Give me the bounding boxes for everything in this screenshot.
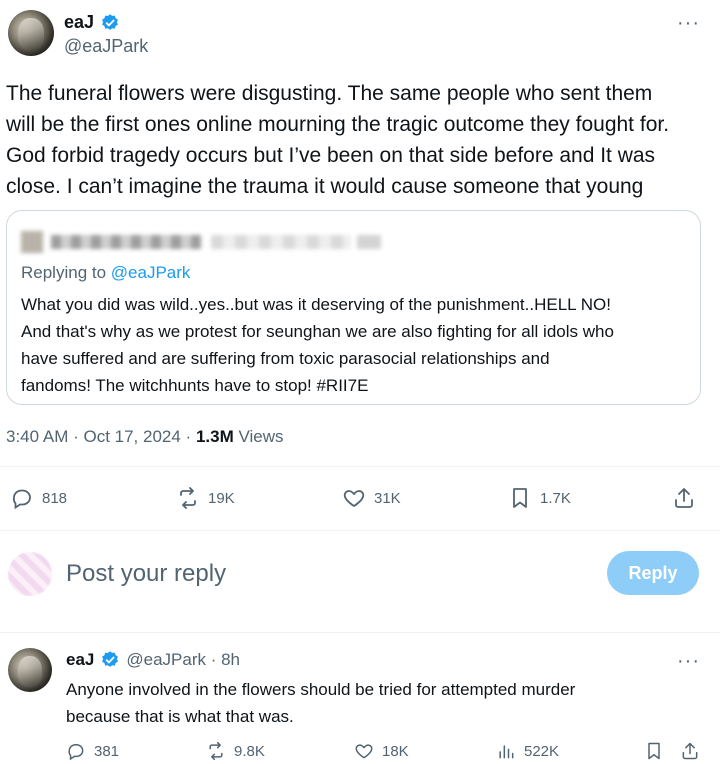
tweet-text-line: will be the first ones online mourning t…	[6, 113, 670, 136]
author-name-row: eaJ	[64, 12, 120, 33]
share-icon	[682, 742, 698, 760]
tweet-text: The funeral flowers were disgusting. The…	[6, 78, 711, 202]
analytics-icon	[499, 745, 514, 759]
divider	[0, 632, 720, 633]
reply-count: 818	[42, 489, 68, 507]
repost-count: 9.8K	[234, 742, 265, 760]
divider	[0, 530, 720, 531]
replying-prefix: Replying to	[21, 263, 111, 282]
tweet-text-line: God forbid tragedy occurs but I’ve been …	[6, 144, 656, 167]
blurred-time	[357, 235, 381, 249]
like-count: 18K	[382, 742, 409, 760]
verified-badge-icon	[102, 651, 119, 667]
replying-to-label: Replying to @eaJPark	[21, 263, 190, 283]
reply-input[interactable]: Post your reply	[66, 560, 226, 588]
quoted-post[interactable]: Replying to @eaJPark What you did was wi…	[6, 210, 701, 405]
quoted-text: What you did was wild..yes..but was it d…	[21, 291, 696, 399]
repost-icon	[180, 487, 196, 509]
bookmark-icon	[513, 488, 527, 508]
reply-like-action[interactable]: 18K	[354, 741, 409, 761]
like-action[interactable]: 31K	[342, 486, 401, 510]
tweet-text-line: The funeral flowers were disgusting. The…	[6, 82, 653, 105]
more-options-icon[interactable]: ···	[677, 12, 700, 35]
bookmark-action[interactable]: 1.7K	[508, 486, 571, 510]
views-count: 1.3M	[195, 427, 234, 446]
bookmark-icon	[648, 742, 660, 760]
replying-handle-link[interactable]: @eaJPark	[111, 263, 191, 282]
share-icon	[675, 488, 693, 508]
heart-icon	[355, 744, 373, 759]
reply-count: 381	[94, 742, 120, 760]
quoted-text-line: fandoms! The witchhunts have to stop! #R…	[21, 376, 369, 395]
share-action[interactable]	[672, 486, 696, 510]
reply-share-action[interactable]	[680, 741, 700, 761]
blurred-author-row	[21, 231, 381, 253]
reply-text: Anyone involved in the flowers should be…	[66, 676, 706, 730]
heart-icon	[343, 490, 365, 507]
author-avatar[interactable]	[8, 10, 54, 56]
reply-more-options-icon[interactable]: ···	[677, 650, 700, 673]
quoted-text-line: What you did was wild..yes..but was it d…	[21, 295, 611, 314]
blurred-handle	[211, 235, 351, 249]
reply-text-line: Anyone involved in the flowers should be…	[66, 680, 576, 699]
author-display-name[interactable]: eaJ	[64, 12, 94, 33]
blurred-name	[51, 235, 201, 249]
reply-author-avatar[interactable]	[8, 648, 52, 692]
like-count: 31K	[374, 489, 401, 507]
verified-badge-icon	[102, 13, 118, 30]
tweet-text-line: close. I can’t imagine the trauma it wou…	[6, 175, 644, 198]
post-meta: 3:40 AM · Oct 17, 2024 · 1.3M Views	[6, 427, 284, 447]
repost-action[interactable]: 19K	[176, 486, 235, 510]
divider	[0, 466, 720, 467]
reply-text-line: because that is what that was.	[66, 707, 294, 726]
blurred-avatar	[21, 231, 43, 253]
reply-views-action[interactable]: 522K	[496, 741, 559, 761]
reply-author-row: eaJ @eaJPark · 8h	[66, 650, 240, 670]
views-count: 522K	[524, 742, 560, 760]
reply-icon	[68, 744, 84, 761]
views-label: Views	[233, 427, 284, 446]
quoted-text-line: And that's why as we protest for seungha…	[21, 322, 614, 341]
reply-author-handle-time[interactable]: @eaJPark · 8h	[126, 650, 240, 670]
reply-repost-action[interactable]: 9.8K	[206, 741, 265, 761]
reply-reply-action[interactable]: 381	[66, 741, 119, 761]
author-handle[interactable]: @eaJPark	[64, 36, 148, 57]
reply-action[interactable]: 818	[10, 486, 67, 510]
reply-icon	[12, 489, 31, 510]
bookmark-count: 1.7K	[540, 489, 571, 507]
quoted-text-line: have suffered and are suffering from tox…	[21, 349, 550, 368]
repost-count: 19K	[208, 489, 235, 507]
timestamp[interactable]: 3:40 AM · Oct 17, 2024 ·	[6, 427, 196, 446]
reply-button[interactable]: Reply	[607, 551, 699, 595]
repost-icon	[209, 741, 223, 761]
composer-avatar	[8, 552, 52, 596]
reply-author-name[interactable]: eaJ	[66, 650, 94, 670]
reply-bookmark-action[interactable]	[644, 741, 664, 761]
